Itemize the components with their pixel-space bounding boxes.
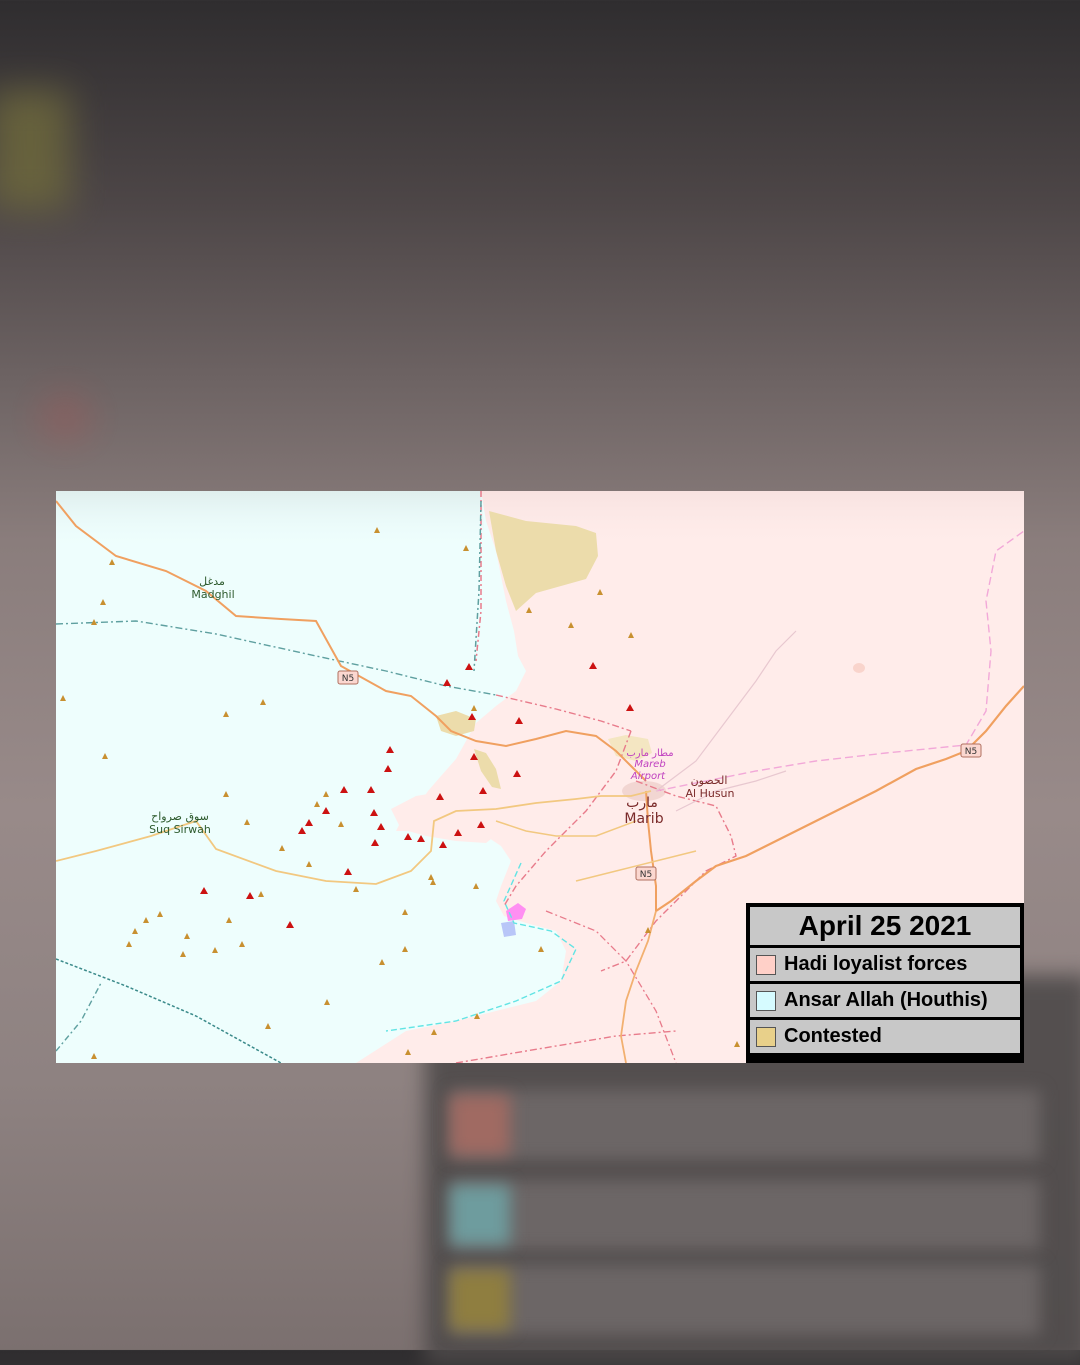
legend-label-contested: Contested [784, 1025, 882, 1047]
legend-item-hadi: Hadi loyalist forces [750, 948, 1020, 981]
legend-label-houthi: Ansar Allah (Houthis) [784, 989, 988, 1011]
label-marib: Marib [624, 811, 663, 827]
label-airport-2: Airport [630, 771, 666, 782]
backdrop-blur-row [450, 1265, 1040, 1335]
legend-label-hadi: Hadi loyalist forces [784, 953, 968, 975]
backdrop-blur-swatch [450, 1095, 510, 1155]
legend-date-title: April 25 2021 [750, 907, 1020, 945]
map-legend: April 25 2021 Hadi loyalist forces Ansar… [746, 903, 1024, 1063]
label-madghil: Madghil [191, 588, 234, 601]
road-shield-n5-west: N5 [337, 670, 359, 685]
small-spot [853, 663, 865, 673]
label-suq-sirwah-ar: سوق صرواح [151, 810, 209, 823]
label-suq-sirwah: Suq Sirwah [149, 823, 211, 836]
svg-text:N5: N5 [965, 747, 977, 757]
label-husun-ar: الحصون [691, 774, 728, 787]
backdrop-blur-row [450, 1180, 1040, 1250]
backdrop-blur-olive [0, 90, 70, 210]
label-husun: Al Husun [686, 787, 735, 800]
legend-item-contested: Contested [750, 1020, 1020, 1053]
backdrop-blur-swatch [450, 1270, 510, 1330]
road-shield-n5-east: N5 [960, 743, 982, 758]
legend-swatch-houthi [756, 990, 776, 1011]
road-shield-n5-center: N5 [635, 866, 657, 881]
legend-swatch-hadi [756, 954, 776, 975]
label-airport-1: Mareb [634, 759, 665, 770]
legend-item-houthi: Ansar Allah (Houthis) [750, 984, 1020, 1017]
label-marib-ar: مارب [626, 795, 658, 811]
label-airport-ar: مطار مارب [626, 748, 673, 759]
backdrop-blur-row [450, 1090, 1040, 1160]
svg-text:N5: N5 [640, 870, 652, 880]
backdrop-blur-swatch [450, 1185, 510, 1245]
backdrop-blur-red [40, 395, 90, 440]
label-madghil-ar: مدغل [199, 575, 225, 588]
svg-text:N5: N5 [342, 674, 354, 684]
conflict-map[interactable]: N5 N5 N5 مدغل Madghil سوق صرواح Suq Sirw… [56, 491, 1024, 1063]
houthi-top-shade [56, 491, 486, 551]
legend-swatch-contested [756, 1026, 776, 1047]
